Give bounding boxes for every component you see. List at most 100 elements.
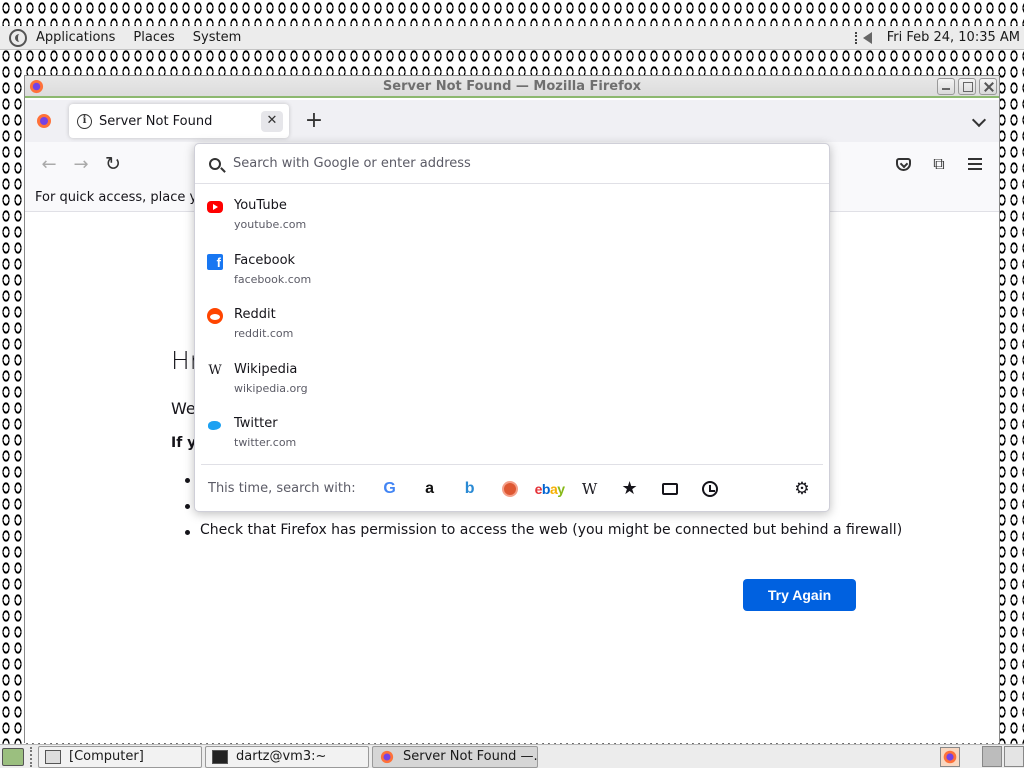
urlbar-dropdown: YouTube youtube.com f Facebook facebook.… <box>194 143 830 512</box>
error-description: We <box>171 399 196 418</box>
places-menu[interactable]: Places <box>133 30 174 45</box>
one-off-search-bar: This time, search with: G a b ebay W ★ ⚙ <box>201 464 823 512</box>
task-firefox[interactable]: Server Not Found —... <box>372 745 538 768</box>
site-url: twitter.com <box>234 436 297 449</box>
site-url: youtube.com <box>234 218 307 231</box>
firefox-icon <box>29 79 44 94</box>
applications-menu[interactable]: Applications <box>36 30 115 45</box>
google-icon: G <box>383 479 396 497</box>
wikipedia-icon: W <box>581 479 598 498</box>
computer-icon <box>45 749 61 764</box>
volume-icon[interactable] <box>854 29 881 47</box>
show-desktop-button[interactable] <box>2 747 24 766</box>
one-off-label: This time, search with: <box>208 481 356 496</box>
tab-title: Server Not Found <box>99 113 213 129</box>
task-terminal[interactable]: dartz@vm3:~ <box>205 745 369 768</box>
puzzle-icon: ⧉ <box>933 154 945 173</box>
workspace-switcher <box>980 746 1024 767</box>
info-icon: i <box>77 113 92 129</box>
address-input[interactable] <box>233 156 793 171</box>
gear-icon: ⚙ <box>794 478 810 499</box>
back-button[interactable]: ← <box>33 148 65 180</box>
pocket-icon <box>895 157 911 171</box>
search-engine-wikipedia[interactable]: W <box>570 473 610 505</box>
site-name: Twitter <box>234 416 278 431</box>
search-engine-google[interactable]: G <box>370 473 410 505</box>
top-site-facebook[interactable]: f Facebook facebook.com <box>195 248 829 303</box>
search-engine-duckduckgo[interactable] <box>490 473 530 505</box>
top-site-wikipedia[interactable]: W Wikipedia wikipedia.org <box>195 357 829 412</box>
clock[interactable]: Fri Feb 24, 10:35 AM <box>887 30 1020 45</box>
forward-button[interactable]: → <box>65 148 97 180</box>
toolbar-right-buttons: ⧉ <box>887 148 991 180</box>
top-panel: Applications Places System Fri Feb 24, 1… <box>0 26 1024 50</box>
minimize-button[interactable] <box>937 78 955 95</box>
ebay-letter-y: y <box>557 480 565 497</box>
hamburger-menu-icon <box>968 158 982 170</box>
facebook-icon: f <box>207 253 223 270</box>
history-icon <box>701 480 718 497</box>
bing-icon: b <box>464 479 475 497</box>
site-url: wikipedia.org <box>234 381 308 395</box>
panel-grip[interactable] <box>30 746 36 767</box>
window-titlebar[interactable]: Server Not Found — Mozilla Firefox <box>25 76 999 98</box>
search-tabs-button[interactable] <box>650 473 690 505</box>
reddit-icon <box>207 308 223 324</box>
firefox-launcher-icon[interactable] <box>940 746 960 767</box>
top-site-reddit[interactable]: Reddit reddit.com <box>195 302 829 357</box>
ebay-letter-e: e <box>534 480 543 497</box>
firefox-view-icon[interactable] <box>36 113 52 129</box>
terminal-icon <box>212 749 228 764</box>
firefox-icon <box>380 750 394 763</box>
ebay-icon: ebay <box>535 481 565 497</box>
close-window-button[interactable] <box>979 78 997 95</box>
list-all-tabs-chevron-icon[interactable] <box>972 114 986 128</box>
amazon-icon: a <box>425 479 435 497</box>
top-site-youtube[interactable]: YouTube youtube.com <box>195 193 829 248</box>
distro-logo-icon[interactable] <box>9 28 27 47</box>
system-menu[interactable]: System <box>193 30 241 45</box>
search-bookmarks-button[interactable]: ★ <box>610 473 650 505</box>
workspace-1[interactable] <box>982 746 1002 767</box>
site-name: Wikipedia <box>234 361 298 377</box>
window-title: Server Not Found — Mozilla Firefox <box>382 78 642 94</box>
duckduckgo-icon <box>501 480 518 497</box>
wikipedia-icon: W <box>208 362 222 378</box>
search-settings-button[interactable]: ⚙ <box>782 473 822 505</box>
task-computer[interactable]: [Computer] <box>38 745 202 768</box>
bookmarks-star-icon: ★ <box>621 478 638 499</box>
bookmarks-empty-message: For quick access, place your <box>35 190 219 205</box>
site-name: Reddit <box>234 307 276 322</box>
task-label: dartz@vm3:~ <box>236 749 327 764</box>
site-name: YouTube <box>234 198 287 213</box>
reload-button[interactable]: ↻ <box>97 148 129 180</box>
site-name: Facebook <box>234 252 296 268</box>
search-engine-bing[interactable]: b <box>450 473 490 505</box>
try-again-button[interactable]: Try Again <box>743 579 856 611</box>
top-sites-list: YouTube youtube.com f Facebook facebook.… <box>195 193 829 466</box>
workspace-2[interactable] <box>1004 746 1024 767</box>
maximize-button[interactable] <box>958 78 976 95</box>
app-menu-button[interactable] <box>959 148 991 180</box>
window-controls <box>937 78 997 95</box>
tab-strip: i Server Not Found ✕ + <box>25 100 999 142</box>
ebay-letter-b: b <box>541 480 551 497</box>
extensions-button[interactable]: ⧉ <box>923 148 955 180</box>
search-icon <box>209 157 221 170</box>
new-tab-button[interactable]: + <box>302 110 326 132</box>
task-label: [Computer] <box>69 749 144 764</box>
tab-server-not-found[interactable]: i Server Not Found ✕ <box>69 104 289 138</box>
panel-tray: Fri Feb 24, 10:35 AM <box>854 29 1020 47</box>
close-tab-button[interactable]: ✕ <box>261 111 283 132</box>
tabs-icon <box>661 482 678 495</box>
site-url: reddit.com <box>234 327 294 340</box>
search-history-button[interactable] <box>690 473 730 505</box>
search-engine-amazon[interactable]: a <box>410 473 450 505</box>
bottom-panel: [Computer] dartz@vm3:~ Server Not Found … <box>0 744 1024 768</box>
twitter-icon <box>207 417 223 433</box>
search-engine-ebay[interactable]: ebay <box>530 473 570 505</box>
top-site-twitter[interactable]: Twitter twitter.com <box>195 411 829 466</box>
task-label: Server Not Found —... <box>403 749 538 764</box>
site-url: facebook.com <box>234 272 312 286</box>
pocket-button[interactable] <box>887 148 919 180</box>
